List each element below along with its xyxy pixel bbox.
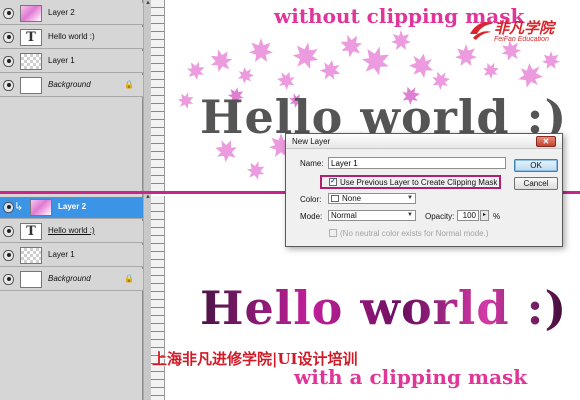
layer-row-text[interactable]: T Hello world :) — [0, 27, 143, 49]
ok-button[interactable]: OK — [514, 159, 558, 172]
layers-scrollbar[interactable]: ▲ — [143, 0, 151, 194]
layer-name-input[interactable] — [328, 157, 506, 169]
close-icon[interactable]: ✕ — [536, 136, 556, 147]
neutral-color-checkbox[interactable] — [329, 229, 337, 237]
visibility-eye-icon[interactable] — [3, 32, 14, 43]
logo-english-text: FeiFan Education — [494, 36, 549, 43]
layer-name: Hello world :) — [48, 226, 95, 235]
layer-row-background[interactable]: Background 🔒 — [0, 75, 143, 97]
visibility-eye-icon[interactable] — [3, 274, 14, 285]
layer-name: Layer 2 — [58, 202, 87, 211]
visibility-eye-icon[interactable] — [3, 202, 14, 213]
layer-thumbnail — [20, 5, 42, 22]
layer-row-layer1[interactable]: Layer 1 — [0, 51, 143, 73]
layers-scrollbar[interactable]: ▲ — [143, 194, 151, 400]
color-swatch — [331, 195, 339, 202]
visibility-eye-icon[interactable] — [3, 226, 14, 237]
layer-row-background[interactable]: Background 🔒 — [0, 269, 143, 291]
logo-chinese-text: 非凡学院 — [494, 19, 555, 37]
clipping-mask-checkbox[interactable]: ✓ — [329, 178, 337, 186]
visibility-eye-icon[interactable] — [3, 8, 14, 19]
chevron-down-icon: ▼ — [407, 212, 413, 218]
clipping-arrow-icon: ↳ — [14, 200, 24, 213]
watermark-text: 上海非凡进修学院|UI设计培训 — [152, 350, 358, 368]
visibility-eye-icon[interactable] — [3, 56, 14, 67]
dialog-title: New Layer — [292, 137, 331, 146]
opacity-label: Opacity: — [425, 212, 455, 221]
opacity-stepper-icon[interactable]: ▸ — [480, 210, 489, 221]
feifan-logo: 非凡学院 FeiFan Education — [468, 17, 576, 51]
layer-name: Background — [48, 274, 91, 283]
layers-panel-top: Layer 2 T Hello world :) Layer 1 Backgro… — [0, 0, 143, 194]
layer-thumbnail — [20, 53, 42, 70]
opacity-input[interactable]: 100 — [457, 210, 479, 221]
name-label: Name: — [300, 159, 324, 168]
new-layer-dialog: New Layer ✕ Name: ✓ Use Previous Layer t… — [285, 133, 563, 247]
lock-icon: 🔒 — [124, 274, 134, 283]
layer-row-layer1[interactable]: Layer 1 — [0, 245, 143, 267]
vertical-ruler — [151, 0, 165, 194]
cancel-button[interactable]: Cancel — [514, 177, 558, 190]
layer-thumbnail — [20, 271, 42, 288]
vertical-ruler — [151, 196, 165, 400]
dialog-title-bar[interactable]: New Layer ✕ — [286, 134, 562, 149]
layer-thumbnail — [20, 247, 42, 264]
layer-row-layer2[interactable]: Layer 2 — [0, 3, 143, 25]
visibility-eye-icon[interactable] — [3, 250, 14, 261]
layer-thumbnail — [30, 199, 52, 216]
color-select[interactable]: None ▼ — [328, 193, 416, 204]
clipping-mask-label[interactable]: Use Previous Layer to Create Clipping Ma… — [340, 178, 497, 187]
text-layer-icon: T — [20, 223, 42, 240]
mode-select[interactable]: Normal ▼ — [328, 210, 416, 221]
opacity-unit: % — [493, 212, 501, 221]
layer-name: Layer 2 — [48, 8, 75, 17]
visibility-eye-icon[interactable] — [3, 80, 14, 91]
layer-row-layer2[interactable]: ↳ Layer 2 — [0, 197, 143, 219]
mode-select-value: Normal — [331, 211, 357, 220]
text-layer-icon: T — [20, 29, 42, 46]
layer-row-text[interactable]: T Hello world :) — [0, 221, 143, 243]
layer-thumbnail — [20, 77, 42, 94]
layer-name: Hello world :) — [48, 32, 95, 41]
hello-world-clipped-text: Hello world :) — [200, 281, 568, 335]
lock-icon: 🔒 — [124, 80, 134, 89]
layers-panel-bottom: ↳ Layer 2 T Hello world :) Layer 1 Backg… — [0, 194, 143, 400]
color-select-value: None — [342, 194, 362, 203]
layer-name: Layer 1 — [48, 56, 75, 65]
mode-label: Mode: — [300, 212, 323, 221]
layer-name: Background — [48, 80, 91, 89]
color-label: Color: — [300, 195, 322, 204]
chevron-down-icon: ▼ — [407, 195, 413, 201]
feifan-logo-mark-icon — [470, 22, 493, 40]
neutral-color-label: (No neutral color exists for Normal mode… — [340, 229, 489, 238]
layer-name: Layer 1 — [48, 250, 75, 259]
